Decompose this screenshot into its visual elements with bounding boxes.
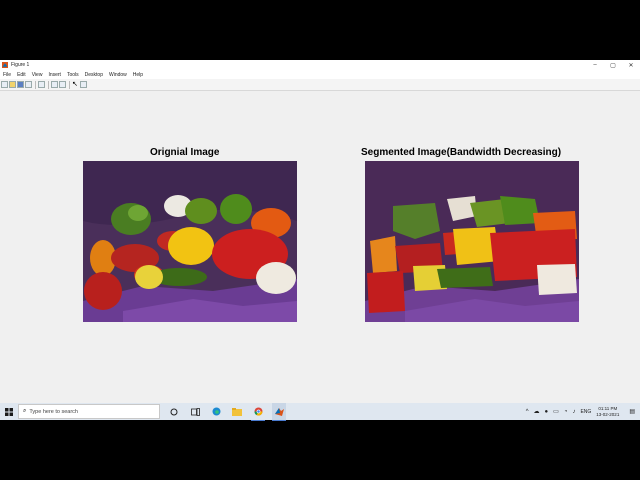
chrome-icon[interactable] [251, 403, 265, 421]
volume-icon[interactable]: ♪ [572, 409, 575, 415]
print-preview-icon[interactable] [38, 81, 45, 88]
maximize-button[interactable]: ▢ [604, 60, 622, 70]
menu-view[interactable]: View [32, 72, 43, 78]
figure-toolbar: ↖ [0, 79, 640, 91]
system-tray: ^ ☁ ● ▭ ◔ ♪ ENG 01:11 PM 13-02-2021 ▤ [526, 403, 640, 420]
network-icon[interactable]: ◔ [564, 409, 568, 415]
windows-taskbar: ⌕ Type here to search ^ ☁ ● ▭ ◔ ♪ ENG 01… [0, 402, 640, 421]
menu-window[interactable]: Window [109, 72, 127, 78]
menu-help[interactable]: Help [133, 72, 143, 78]
start-button[interactable] [0, 403, 18, 420]
toolbar-separator [35, 80, 36, 89]
menu-tools[interactable]: Tools [67, 72, 79, 78]
save-figure-icon[interactable] [17, 81, 24, 88]
window-title: Figure 1 [11, 62, 30, 68]
link-plot-icon[interactable] [51, 81, 58, 88]
menu-edit[interactable]: Edit [17, 72, 26, 78]
matlab-figure-icon [2, 62, 8, 68]
menu-file[interactable]: File [3, 72, 11, 78]
print-figure-icon[interactable] [25, 81, 32, 88]
desktop-screen: Figure 1 – ▢ ✕ File Edit View Insert Too… [0, 60, 640, 421]
minimize-button[interactable]: – [586, 60, 604, 70]
left-axes-title: Orignial Image [150, 147, 220, 158]
onedrive-icon[interactable]: ☁ [534, 408, 540, 415]
microphone-icon[interactable]: ● [545, 409, 549, 415]
taskbar-search-box[interactable]: ⌕ Type here to search [18, 404, 160, 419]
chevron-up-icon[interactable]: ^ [526, 409, 529, 415]
battery-icon[interactable]: ▭ [553, 408, 559, 415]
edge-icon[interactable] [209, 403, 223, 420]
search-placeholder: Type here to search [29, 408, 78, 415]
new-figure-icon[interactable] [1, 81, 8, 88]
right-axes-title: Segmented Image(Bandwidth Decreasing) [361, 147, 562, 158]
menu-desktop[interactable]: Desktop [85, 72, 103, 78]
dock-icon[interactable] [80, 81, 87, 88]
clock[interactable]: 01:11 PM 13-02-2021 [596, 406, 619, 418]
window-titlebar[interactable]: Figure 1 – ▢ ✕ [0, 60, 640, 70]
original-image [83, 161, 297, 322]
search-icon: ⌕ [23, 408, 27, 414]
cortana-icon[interactable] [167, 403, 181, 420]
windows-logo-icon [5, 407, 13, 416]
toolbar-separator [48, 80, 49, 89]
task-view-icon[interactable] [188, 403, 202, 420]
edit-plot-icon[interactable]: ↖ [72, 81, 79, 88]
menu-bar: File Edit View Insert Tools Desktop Wind… [0, 70, 640, 79]
matlab-icon[interactable] [272, 402, 286, 421]
language-indicator[interactable]: ENG [580, 409, 591, 415]
notifications-icon[interactable]: ▤ [629, 408, 635, 415]
segmented-image [365, 161, 579, 322]
menu-insert[interactable]: Insert [48, 72, 61, 78]
close-button[interactable]: ✕ [622, 60, 640, 70]
toolbar-separator [69, 80, 70, 89]
clock-date: 13-02-2021 [596, 411, 620, 417]
file-explorer-icon[interactable] [230, 403, 244, 420]
insert-colorbar-icon[interactable] [59, 81, 66, 88]
open-file-icon[interactable] [9, 81, 16, 88]
